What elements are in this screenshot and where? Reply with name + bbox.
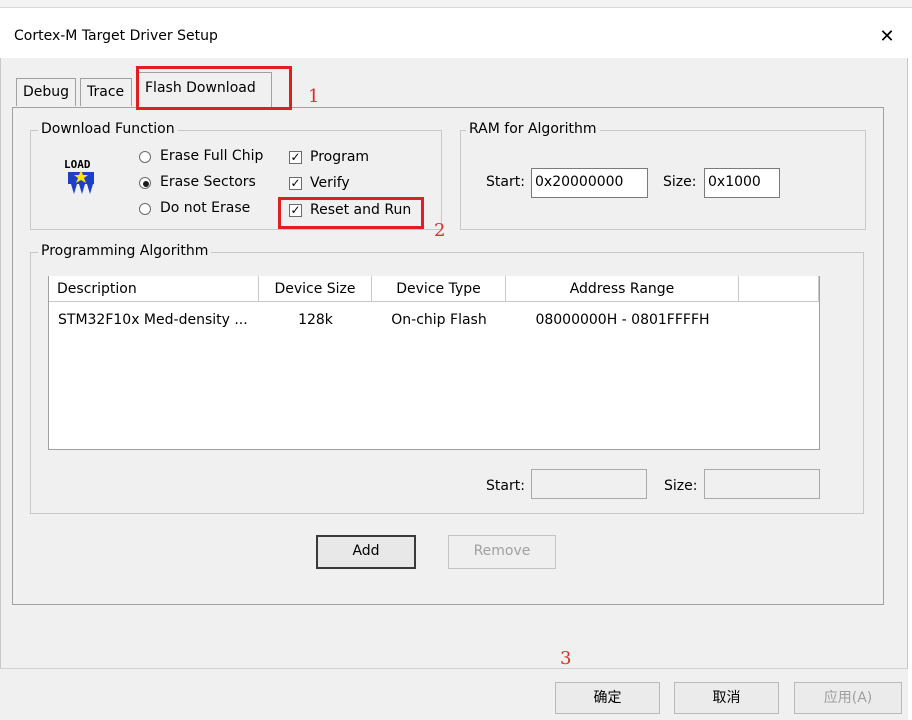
cancel-button[interactable]: 取消 (674, 682, 779, 714)
ram-for-algorithm-legend: RAM for Algorithm (466, 121, 600, 137)
column-header-device-type[interactable]: Device Type (372, 276, 506, 302)
ram-size-label: Size: (663, 174, 697, 190)
algorithm-list[interactable] (48, 276, 820, 450)
window-title: Cortex-M Target Driver Setup (14, 28, 218, 44)
ok-button[interactable]: 确定 (555, 682, 660, 714)
row-address-range[interactable]: 08000000H - 0801FFFFH (506, 312, 739, 328)
algorithm-start-input[interactable] (531, 469, 647, 499)
column-header-empty (739, 276, 819, 302)
program-label: Program (310, 149, 370, 165)
algorithm-start-label: Start: (486, 478, 525, 494)
erase-full-chip-label: Erase Full Chip (160, 148, 264, 164)
background-strip (0, 0, 912, 8)
reset-and-run-checkbox[interactable]: ✓ (289, 204, 302, 217)
algorithm-size-label: Size: (664, 478, 698, 494)
column-header-address-range[interactable]: Address Range (506, 276, 739, 302)
algorithm-size-input[interactable] (704, 469, 820, 499)
download-function-legend: Download Function (38, 121, 178, 137)
ram-size-input[interactable]: 0x1000 (704, 168, 780, 198)
verify-label: Verify (310, 175, 350, 191)
row-device-size[interactable]: 128k (259, 312, 372, 328)
remove-button[interactable]: Remove (448, 535, 556, 569)
annotation-number-1: 1 (308, 86, 320, 107)
tab-trace[interactable]: Trace (80, 78, 132, 106)
erase-sectors-radio[interactable] (139, 177, 151, 189)
add-button[interactable]: Add (316, 535, 416, 569)
erase-full-chip-radio[interactable] (139, 151, 151, 163)
column-header-description[interactable]: Description (49, 276, 259, 302)
ram-start-label: Start: (486, 174, 525, 190)
apply-button[interactable]: 应用(A) (794, 682, 902, 714)
annotation-number-3: 3 (560, 648, 572, 669)
ram-start-input[interactable]: 0x20000000 (531, 168, 648, 198)
annotation-number-2: 2 (434, 220, 446, 241)
program-checkbox[interactable]: ✓ (289, 151, 302, 164)
column-header-device-size[interactable]: Device Size (259, 276, 372, 302)
tab-debug[interactable]: Debug (16, 78, 76, 106)
row-device-type[interactable]: On-chip Flash (372, 312, 506, 328)
programming-algorithm-legend: Programming Algorithm (38, 243, 212, 259)
tab-flash-download[interactable]: Flash Download (138, 72, 272, 108)
load-icon-text: LOAD (64, 158, 91, 171)
erase-sectors-label: Erase Sectors (160, 174, 256, 190)
do-not-erase-radio[interactable] (139, 203, 151, 215)
do-not-erase-label: Do not Erase (160, 200, 251, 216)
row-description[interactable]: STM32F10x Med-density ... (58, 312, 248, 328)
verify-checkbox[interactable]: ✓ (289, 177, 302, 190)
close-icon[interactable]: ✕ (874, 26, 900, 48)
load-icon: LOAD (62, 156, 98, 196)
reset-and-run-label: Reset and Run (310, 202, 412, 218)
